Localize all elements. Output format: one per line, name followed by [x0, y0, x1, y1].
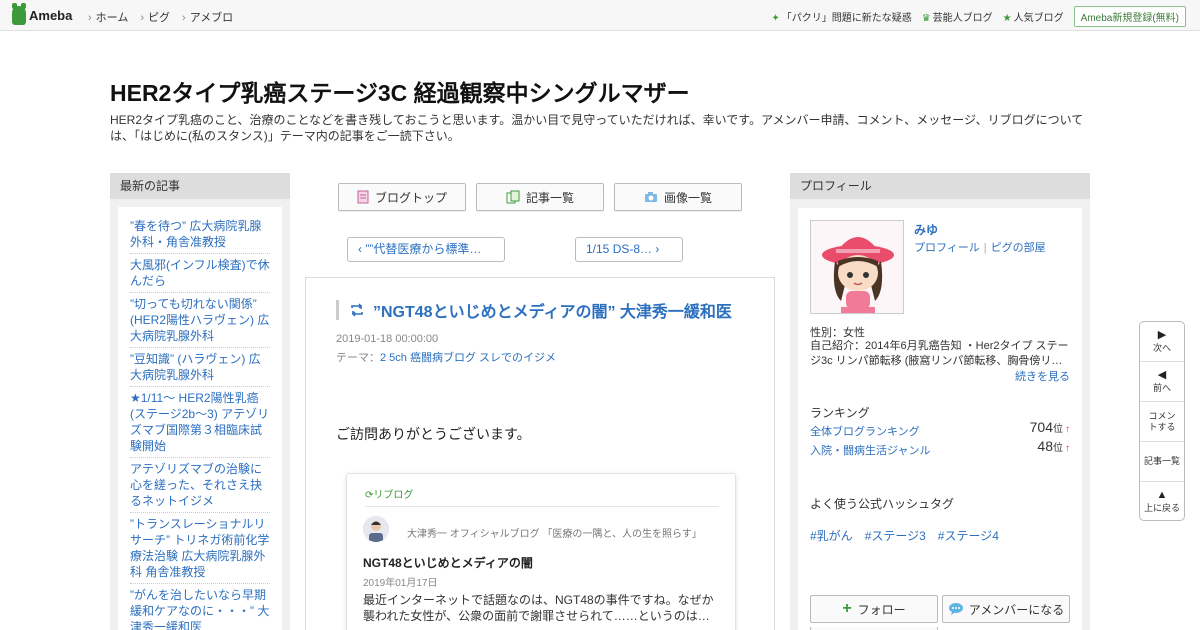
article-greeting: ご訪問ありがとうございます。	[336, 426, 531, 442]
chevron-right-icon: ›	[655, 242, 660, 256]
follow-button[interactable]: + フォロー	[810, 595, 938, 623]
logo-text: Ameba	[29, 8, 73, 23]
comment-button[interactable]: コメントする	[1140, 402, 1184, 442]
ranking-value: 704位 ↑	[1029, 419, 1070, 435]
amember-button[interactable]: アメンバーになる	[942, 595, 1070, 623]
recent-article-link[interactable]: ”がんを治したいなら早期緩和ケアなのに・・・” 大津秀一緩和医	[130, 584, 270, 630]
profile-link[interactable]: プロフィール	[914, 242, 980, 254]
hashtag-link[interactable]: #ステージ4	[938, 527, 999, 544]
article-theme: テーマ：2 5ch 癌闘病ブログ スレでのイジメ	[336, 352, 557, 364]
plus-icon: +	[842, 600, 852, 617]
arrow-up-icon: ↑	[1065, 443, 1070, 454]
copy-icon	[506, 190, 520, 204]
header-links: ✦ 「パクリ」問題に新たな疑惑 ♛ 芸能人ブログ ★ 人気ブログ Ameba新規登録(…	[771, 6, 1186, 27]
profile-intro: 自己紹介：2014年6月乳癌告知 ・Her2タイプ ステージ3c リンパ節転移 …	[810, 340, 1069, 367]
article-list-button[interactable]: 記事一覧	[476, 183, 604, 211]
news-link[interactable]: ✦ 「パクリ」問題に新たな疑惑	[771, 9, 911, 24]
hashtag-link[interactable]: #乳がん	[810, 527, 853, 544]
nav-ameblo[interactable]: アメブロ	[182, 9, 233, 25]
blog-title[interactable]: HER2タイプ乳癌ステージ3C 経過観察中シングルマザー	[110, 74, 690, 108]
chevron-left-icon: ‹	[358, 242, 362, 256]
ranking-row-overall: 全体ブログランキング 704位 ↑	[810, 419, 1070, 439]
next-button[interactable]: ▶ 次へ	[1140, 322, 1184, 362]
blog-top-button[interactable]: ブログトップ	[338, 183, 466, 211]
ameba-logo[interactable]: Ameba	[12, 3, 73, 25]
blog-tabs: ブログトップ 記事一覧 画像一覧	[338, 183, 742, 211]
register-button[interactable]: Ameba新規登録(無料)	[1073, 6, 1186, 27]
recent-article-link[interactable]: 大風邪(インフル検査)で休んだら	[130, 254, 270, 293]
prev-article-link[interactable]: ‹ ””代替医療から標準…	[347, 237, 505, 262]
play-left-icon: ◀	[1157, 368, 1167, 381]
floating-nav: ▶ 次へ ◀ 前へ コメントする 記事一覧 ▲ 上に戻る	[1139, 321, 1185, 521]
reblog-icon	[351, 303, 363, 317]
image-list-button[interactable]: 画像一覧	[614, 183, 742, 211]
ameba-logo-icon	[12, 3, 26, 25]
chat-bubble-icon	[948, 603, 963, 615]
read-more-link[interactable]: 続きを見る	[1015, 368, 1070, 384]
next-article-link[interactable]: 1/15 DS-8… ›	[575, 237, 683, 262]
hashtag-link[interactable]: #ステージ3	[865, 527, 926, 544]
recent-article-link[interactable]: ★1/11～ HER2陽性乳癌(ステージ2b～3) アテゾリズマブ国際第３相臨床…	[130, 387, 270, 458]
reblog-excerpt: 最近インターネットで話題なのは、NGT48の事件ですね。なぜか襲われた女性が、公…	[363, 593, 714, 623]
nav-pigg[interactable]: ピグ	[140, 9, 170, 25]
recent-article-link[interactable]: ”切っても切れない関係” (HER2陽性ハラヴェン) 広大病院乳腺外科	[130, 293, 270, 348]
pigg-room-link[interactable]: ピグの部屋	[991, 242, 1046, 254]
recent-article-link[interactable]: ”豆知識” (ハラヴェン) 広大病院乳腺外科	[130, 348, 270, 387]
arrow-up-icon: ↑	[1065, 424, 1070, 435]
reblog-divider	[365, 506, 719, 507]
blog-description: HER2タイプ乳癌のこと、治療のことなどを書き残しておこうと思います。温かい目で…	[110, 113, 1084, 143]
ranking-heading: ランキング	[810, 406, 870, 420]
global-header: Ameba ホーム ピグ アメブロ ✦「パクリ」問題に新たな疑惑 ♛芸能人ブログ…	[0, 0, 1200, 31]
author-avatar	[363, 516, 389, 542]
profile-panel: プロフィール みゆ プロフィール | ピグの部屋 性別：女性 自己紹介：2014…	[790, 173, 1090, 630]
camera-icon	[644, 192, 657, 202]
reblog-card[interactable]: ⟳リブログ 大津秀一 オフィシャルブログ 「医療の一隅と、人の生を照らす」 NG…	[346, 473, 736, 630]
reblog-label: ⟳リブログ	[365, 490, 414, 501]
reblog-title[interactable]: NGT48といじめとメディアの闇	[363, 554, 533, 571]
theme-link[interactable]: 2 5ch 癌闘病ブログ スレでのイジメ	[380, 352, 556, 364]
article-date: 2019-01-18 00:00:00	[336, 333, 439, 345]
article-list-side-button[interactable]: 記事一覧	[1140, 442, 1184, 482]
sparkle-icon: ✦	[771, 13, 780, 24]
nav-home[interactable]: ホーム	[88, 9, 129, 25]
recent-article-link[interactable]: ”トランスレーショナルリサーチ” トリネガ術前化学療法治験 広大病院乳腺外科 角…	[130, 513, 270, 584]
link-separator: |	[983, 242, 987, 254]
star-icon: ★	[1002, 13, 1012, 24]
prev-button[interactable]: ◀ 前へ	[1140, 362, 1184, 402]
celebrity-blog-link[interactable]: ♛ 芸能人ブログ	[922, 9, 993, 24]
back-to-top-button[interactable]: ▲ 上に戻る	[1140, 482, 1184, 520]
profile-avatar[interactable]	[810, 220, 904, 314]
recent-article-link[interactable]: ”春を待つ” 広大病院乳腺外科・角舎准教授	[130, 215, 270, 254]
article: ”NGT48といじめとメディアの闇” 大津秀一緩和医 2019-01-18 00…	[305, 277, 775, 630]
ranking-value: 48位 ↑	[1037, 438, 1070, 454]
global-nav: ホーム ピグ アメブロ	[88, 9, 233, 25]
recent-article-link[interactable]: アテゾリズマブの治験に心を縒った、それさえ抉るネットイジメ	[130, 458, 270, 513]
article-title[interactable]: ”NGT48といじめとメディアの闇” 大津秀一緩和医	[336, 298, 766, 322]
hashtag-heading: よく使う公式ハッシュタグ	[810, 497, 955, 511]
profile-gender: 性別：女性	[810, 327, 865, 339]
ranking-label[interactable]: 全体ブログランキング	[810, 426, 920, 438]
crown-icon: ♛	[921, 13, 931, 24]
profile-name[interactable]: みゆ	[914, 221, 938, 238]
profile-heading: プロフィール	[790, 173, 1090, 199]
play-right-icon: ▶	[1157, 328, 1167, 341]
popular-blog-link[interactable]: ★ 人気ブログ	[1003, 9, 1064, 24]
recent-articles-heading: 最新の記事	[110, 173, 290, 199]
recent-articles-panel: 最新の記事 ”春を待つ” 広大病院乳腺外科・角舎准教授 大風邪(インフル検査)で…	[110, 173, 290, 630]
ranking-row-genre: 入院・闘病生活ジャンル 48位 ↑	[810, 438, 1070, 458]
document-icon	[357, 190, 369, 204]
profile-links: プロフィール | ピグの部屋	[914, 239, 1046, 255]
hashtag-list: #乳がん #ステージ3 #ステージ4	[810, 527, 999, 544]
recent-articles-list: ”春を待つ” 広大病院乳腺外科・角舎准教授 大風邪(インフル検査)で休んだら ”…	[118, 207, 282, 630]
triangle-up-icon: ▲	[1156, 489, 1168, 501]
ranking-label[interactable]: 入院・闘病生活ジャンル	[810, 445, 930, 457]
title-accent-bar	[336, 300, 339, 320]
reblog-author[interactable]: 大津秀一 オフィシャルブログ 「医療の一隅と、人の生を照らす」	[407, 525, 702, 540]
reblog-date: 2019年01月17日	[363, 578, 438, 589]
profile-body: みゆ プロフィール | ピグの部屋 性別：女性 自己紹介：2014年6月乳癌告知 ・…	[798, 208, 1082, 630]
